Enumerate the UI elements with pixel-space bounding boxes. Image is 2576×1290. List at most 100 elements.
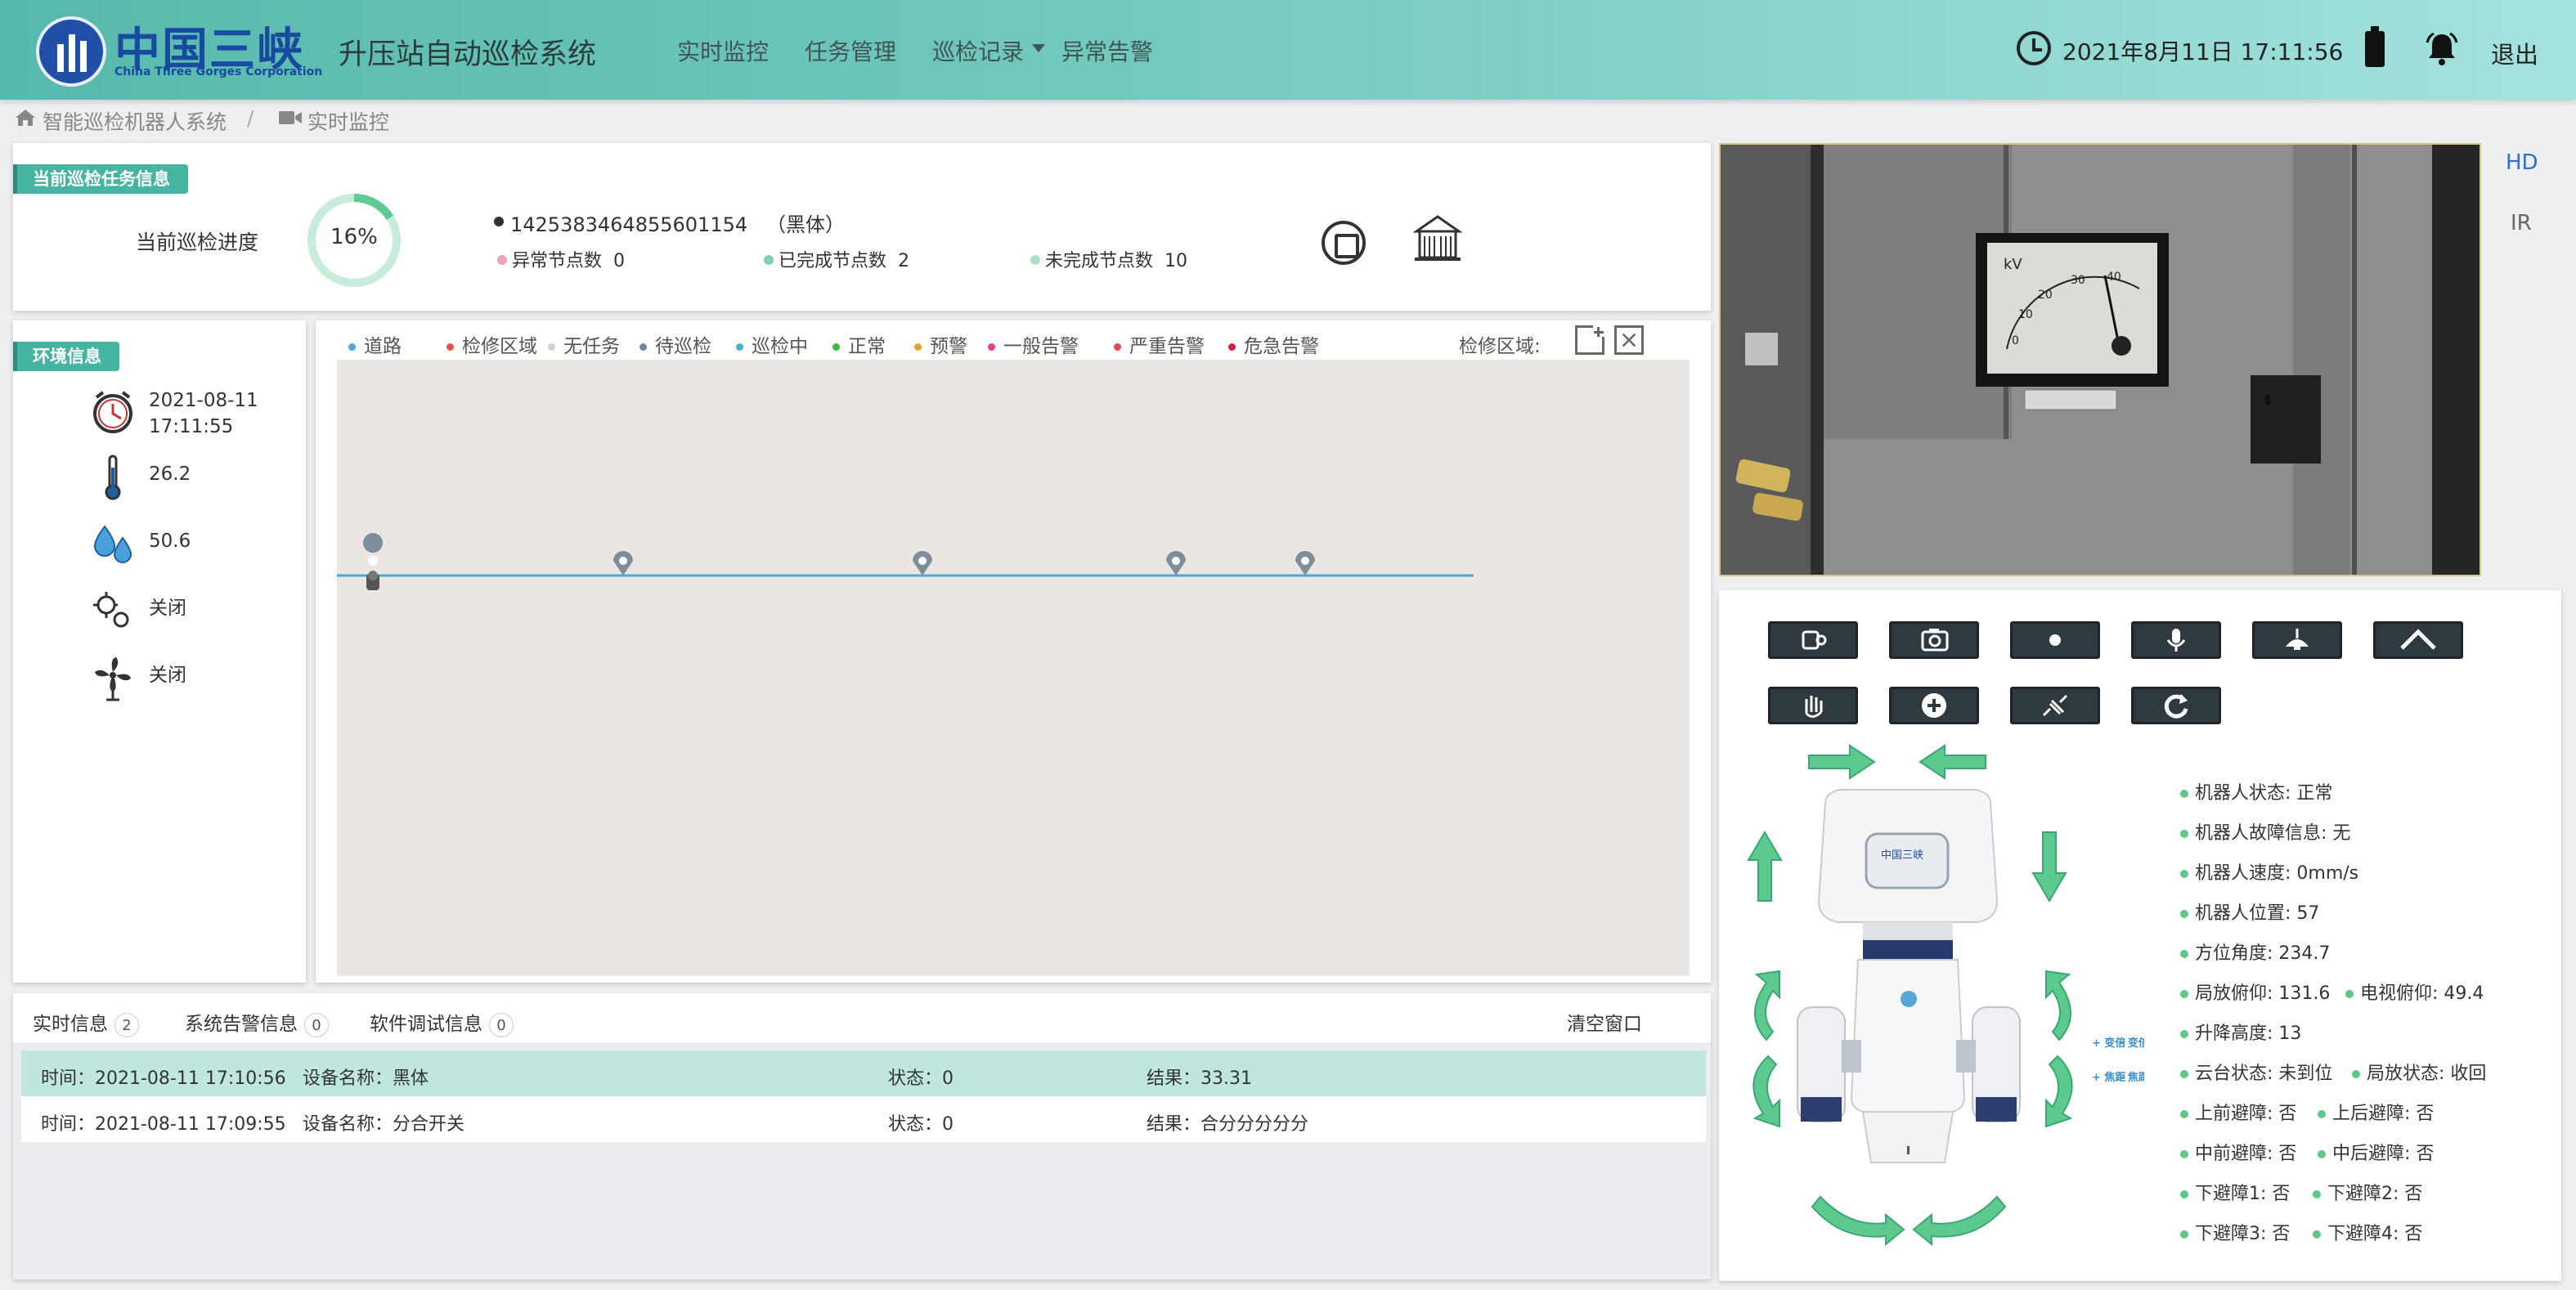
legend-item: 危急告警: [1228, 330, 1319, 358]
meter-tick: 20: [2038, 289, 2053, 302]
task-dot: [494, 217, 504, 226]
top-header: 中国三峡 China Three Gorges Corporation 升压站自…: [0, 0, 2576, 100]
meter-tick: 0: [2012, 334, 2019, 347]
alarm-clock-icon: [93, 391, 132, 433]
legend-item: 检修区域: [447, 330, 537, 358]
map-canvas[interactable]: [337, 360, 1690, 976]
done-dot: [764, 255, 774, 265]
humidity-drops-icon: [93, 525, 132, 563]
status-azimuth: 方位角度: 234.7: [2180, 938, 2330, 965]
progress-percent: 16%: [330, 225, 378, 249]
arrow-down-icon: [2031, 831, 2067, 903]
breadcrumb-separator: /: [247, 106, 254, 130]
nav-task-management[interactable]: 任务管理: [805, 34, 896, 67]
arrow-up-icon: [1747, 831, 1783, 902]
manual-control-button[interactable]: [1768, 687, 1858, 724]
map-route-layer: [337, 533, 1474, 590]
inspection-node: [913, 551, 932, 576]
status-pd-state: 局放状态: 收回: [2352, 1059, 2486, 1085]
env-humidity: 50.6: [149, 531, 191, 552]
lift-up-button[interactable]: [2373, 621, 2463, 659]
record-video-button[interactable]: [1768, 621, 1858, 659]
status-robot-state: 机器人状态: 正常: [2180, 778, 2332, 804]
tab-debug-info[interactable]: 软件调试信息 0: [370, 1008, 514, 1037]
meter-tick: 30: [2071, 274, 2085, 287]
ir-stream-button[interactable]: IR: [2511, 211, 2532, 235]
microphone-button[interactable]: [2131, 621, 2221, 659]
alarm-count-badge: 0: [304, 1013, 329, 1037]
breadcrumb-root[interactable]: 智能巡检机器人系统: [43, 106, 227, 136]
env-date: 2021-08-11: [149, 390, 258, 411]
clear-window-button[interactable]: 清空窗口: [1567, 1008, 1642, 1036]
stop-task-icon[interactable]: [1322, 221, 1366, 265]
task-info-tag: 当前巡检任务信息: [13, 164, 188, 194]
legend-item: 巡检中: [736, 330, 808, 358]
legend-dot: [736, 343, 743, 351]
status-lower-obstacle-1: 下避障1: 否: [2180, 1179, 2290, 1205]
tab-system-alarm[interactable]: 系统告警信息 0: [185, 1008, 329, 1037]
legend-dot: [988, 343, 995, 351]
logo-subtext: China Three Gorges Corporation: [114, 65, 323, 78]
current-task-panel: 当前巡检任务信息 当前巡检进度 16% 1425383464855601154 …: [13, 143, 1711, 311]
legend-dot: [832, 343, 840, 351]
status-speed: 机器人速度: 0mm/s: [2180, 858, 2358, 885]
rotate-left-down-icon: [1752, 1055, 1780, 1128]
add-maintenance-area-icon[interactable]: [1575, 325, 1604, 355]
nav-realtime-monitor[interactable]: 实时监控: [677, 34, 769, 67]
camera-image: kV 0 10 20 30 40: [1721, 145, 2480, 575]
nav-abnormal-alarm[interactable]: 异常告警: [1061, 34, 1153, 67]
status-upper-front-obstacle: 上前避障: 否: [2180, 1099, 2296, 1125]
turn-right-down-icon: [1912, 1195, 2007, 1247]
legend-item: 待巡检: [640, 330, 711, 358]
log-row[interactable]: 时间：2021-08-11 17:10:56 设备名称：黑体 状态：0 结果：3…: [21, 1050, 1706, 1096]
robot-body-logo: 中国三峡: [1881, 849, 1923, 862]
rotate-right-down-icon: [2045, 1055, 2073, 1128]
meter-tick: 10: [2018, 308, 2033, 321]
legend-dot: [1114, 343, 1121, 351]
alarm-bell-icon[interactable]: [2424, 31, 2460, 67]
undone-count: 未完成节点数 10: [1045, 251, 1188, 271]
meter-unit: kV: [2004, 256, 2022, 273]
thermometer-icon: [105, 455, 121, 500]
abnormal-count: 异常节点数 0: [512, 251, 626, 271]
inspection-node: [1295, 551, 1315, 576]
clock-icon: [2017, 31, 2051, 65]
clear-maintenance-area-icon[interactable]: [1614, 325, 1644, 355]
camera-feed[interactable]: kV 0 10 20 30 40: [1719, 143, 2481, 576]
caret-down-icon[interactable]: [1032, 44, 1045, 52]
status-lower-obstacle-2: 下避障2: 否: [2313, 1179, 2422, 1205]
hd-stream-button[interactable]: HD: [2506, 150, 2538, 175]
legend-item: 无任务: [548, 330, 620, 358]
current-datetime: 2021年8月11日 17:11:56: [2062, 38, 2344, 65]
logout-link[interactable]: 退出: [2491, 36, 2538, 70]
status-mid-front-obstacle: 中前避障: 否: [2180, 1139, 2296, 1165]
robot-marker-icon: [366, 571, 379, 590]
tab-realtime-info[interactable]: 实时信息 2: [33, 1008, 139, 1037]
legend-dot: [447, 343, 454, 351]
snapshot-camera-button[interactable]: [1889, 621, 1979, 659]
nav-inspection-records[interactable]: 巡检记录: [932, 34, 1024, 67]
return-home-icon[interactable]: [1413, 213, 1462, 262]
rotate-left-up-icon: [1754, 970, 1780, 1041]
battery-icon: [2365, 26, 2385, 67]
status-lift-height: 升降高度: 13: [2180, 1019, 2301, 1045]
log-row[interactable]: 时间：2021-08-11 17:09:55 设备名称：分合开关 状态：0 结果…: [21, 1096, 1706, 1142]
status-lower-obstacle-3: 下避障3: 否: [2180, 1219, 2290, 1245]
record-dot-button[interactable]: [2010, 621, 2100, 659]
task-id: 1425383464855601154 （黑体）: [510, 213, 846, 236]
legend-item: 严重告警: [1114, 330, 1205, 358]
undone-dot: [1030, 255, 1040, 265]
meter-tick: 40: [2107, 271, 2121, 284]
progress-label: 当前巡检进度: [136, 231, 259, 254]
reset-refresh-button[interactable]: [2131, 687, 2221, 724]
zoom-in-button[interactable]: [1889, 687, 1979, 724]
legend-dot: [914, 343, 922, 351]
status-mid-rear-obstacle: 中后避障: 否: [2318, 1139, 2434, 1165]
abnormal-dot: [497, 255, 507, 265]
charge-plug-button[interactable]: [2010, 687, 2100, 724]
lamp-button[interactable]: [2252, 621, 2342, 659]
inspection-node: [363, 533, 384, 576]
map-legend: 道路 检修区域 无任务 待巡检 巡检中 正常 预警 一般告警 严重告警 危急告警: [348, 330, 1411, 358]
rotate-right-up-icon: [2045, 970, 2071, 1041]
inspection-node: [613, 551, 633, 576]
